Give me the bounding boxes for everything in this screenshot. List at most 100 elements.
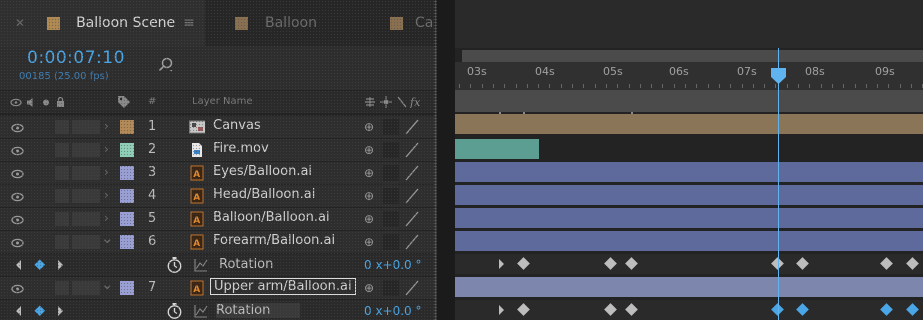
graph-editor-icon[interactable] [193,303,209,319]
label-color-swatch[interactable] [120,166,134,180]
quality-switch[interactable] [383,119,399,135]
quality-slash-icon[interactable] [403,187,421,205]
chevron-right-icon[interactable]: › [104,119,109,133]
switch-cell[interactable] [72,235,86,249]
visibility-eye-icon[interactable] [11,168,24,179]
property-row[interactable]: Rotation 0 x+0.0 ° [0,300,437,320]
layer-name[interactable]: Eyes/Balloon.ai [213,164,312,179]
quality-switch[interactable] [383,142,399,158]
current-time-display[interactable]: 0:00:07:10 [27,48,125,68]
visibility-eye-icon[interactable] [11,283,24,294]
work-area-bar[interactable] [462,50,923,62]
switch-cell[interactable] [86,235,100,249]
quality-switch[interactable] [383,280,399,296]
playhead-icon[interactable] [770,67,787,85]
layer-row[interactable]: › 5 A Balloon/Balloon.ai ⊕ [0,208,437,230]
switch-cell[interactable] [72,143,86,157]
quality-slash-icon[interactable] [403,233,421,251]
switch-cell[interactable] [72,166,86,180]
stopwatch-icon[interactable] [166,256,183,274]
layer-name[interactable]: Balloon/Balloon.ai [213,210,330,225]
layer-duration-bar[interactable] [455,139,539,159]
chevron-down-icon[interactable]: ⌄ [101,229,114,247]
chevron-right-icon[interactable]: › [104,142,109,156]
label-color-swatch[interactable] [120,189,134,203]
shy-switch-icon[interactable]: ⊕ [364,143,374,157]
layer-duration-bar[interactable] [455,162,923,182]
close-icon[interactable]: ✕ [15,16,25,30]
switch-cell[interactable] [72,189,86,203]
layer-row[interactable]: ⌄ 7 A Upper arm/Balloon.ai ⊕ [0,275,437,299]
label-color-swatch[interactable] [120,281,134,295]
layer-name[interactable]: Canvas [213,118,261,133]
layer-row[interactable]: › 3 A Eyes/Balloon.ai ⊕ [0,162,437,184]
switch-cell[interactable] [72,281,86,295]
switch-cell[interactable] [86,120,100,134]
layer-row[interactable]: › 2 Fire.mov ⊕ [0,139,437,161]
switch-cell[interactable] [86,281,100,295]
visibility-eye-icon[interactable] [11,122,24,133]
layer-row[interactable]: › 4 A Head/Balloon.ai ⊕ [0,185,437,207]
shy-switch-icon[interactable]: ⊕ [364,120,374,134]
keyframe-in-marker[interactable] [499,305,504,315]
shy-switch-icon[interactable]: ⊕ [364,235,374,249]
layer-name[interactable]: Upper arm/Balloon.ai [210,278,356,295]
property-row[interactable]: Rotation 0 x+0.0 ° [0,254,437,276]
shy-switch-icon[interactable]: ⊕ [364,212,374,226]
tab-ca[interactable]: Ca [390,0,433,46]
shy-switch-icon[interactable]: ⊕ [364,166,374,180]
switch-cell[interactable] [55,281,69,295]
quality-slash-icon[interactable] [403,279,421,297]
switch-cell[interactable] [72,212,86,226]
quality-switch[interactable] [383,234,399,250]
layer-row[interactable]: ⌄ 6 A Forearm/Balloon.ai ⊕ [0,229,437,253]
layer-duration-bar[interactable] [455,114,923,134]
layer-duration-bar[interactable] [455,185,923,205]
visibility-eye-icon[interactable] [11,191,24,202]
keyframe-navigator[interactable] [16,305,76,317]
label-color-swatch[interactable] [120,235,134,249]
search-icon[interactable] [157,56,175,74]
quality-switch[interactable] [383,165,399,181]
time-ruler[interactable] [455,62,923,90]
layer-row[interactable]: › 1 Canvas ⊕ [0,116,437,138]
visibility-eye-icon[interactable] [11,214,24,225]
label-color-swatch[interactable] [120,212,134,226]
property-value[interactable]: 0 x+0.0 ° [364,258,422,272]
tab-balloon-scene[interactable]: ✕ Balloon Scene ≡ [0,0,205,46]
layer-name[interactable]: Head/Balloon.ai [213,187,315,202]
panel-menu-icon[interactable]: ≡ [183,15,195,31]
quality-slash-icon[interactable] [403,118,421,136]
tab-balloon[interactable]: Balloon [235,0,317,46]
switch-cell[interactable] [55,212,69,226]
shy-switch-icon[interactable]: ⊕ [364,189,374,203]
chevron-right-icon[interactable]: › [104,188,109,202]
chevron-right-icon[interactable]: › [104,165,109,179]
stopwatch-icon[interactable] [166,302,183,320]
switch-cell[interactable] [72,120,86,134]
chevron-down-icon[interactable]: ⌄ [101,275,114,293]
switch-cell[interactable] [55,189,69,203]
switch-cell[interactable] [55,166,69,180]
switch-cell[interactable] [86,212,100,226]
layer-duration-bar[interactable] [455,231,923,251]
chevron-right-icon[interactable]: › [104,211,109,225]
quality-switch[interactable] [383,211,399,227]
quality-slash-icon[interactable] [403,210,421,228]
layer-duration-bar[interactable] [455,277,923,297]
layer-name[interactable]: Fire.mov [213,141,269,156]
layer-name[interactable]: Forearm/Balloon.ai [213,233,335,248]
switch-cell[interactable] [55,143,69,157]
quality-slash-icon[interactable] [403,164,421,182]
keyframe-in-marker[interactable] [499,259,504,269]
visibility-eye-icon[interactable] [11,145,24,156]
graph-editor-icon[interactable] [193,257,209,273]
label-color-swatch[interactable] [120,143,134,157]
visibility-eye-icon[interactable] [11,237,24,248]
current-time-indicator[interactable] [778,48,779,320]
switch-cell[interactable] [55,235,69,249]
label-color-swatch[interactable] [120,120,134,134]
layer-name-header[interactable]: Layer Name [192,96,253,107]
property-value[interactable]: 0 x+0.0 ° [364,304,422,318]
keyframe-navigator[interactable] [16,259,76,271]
